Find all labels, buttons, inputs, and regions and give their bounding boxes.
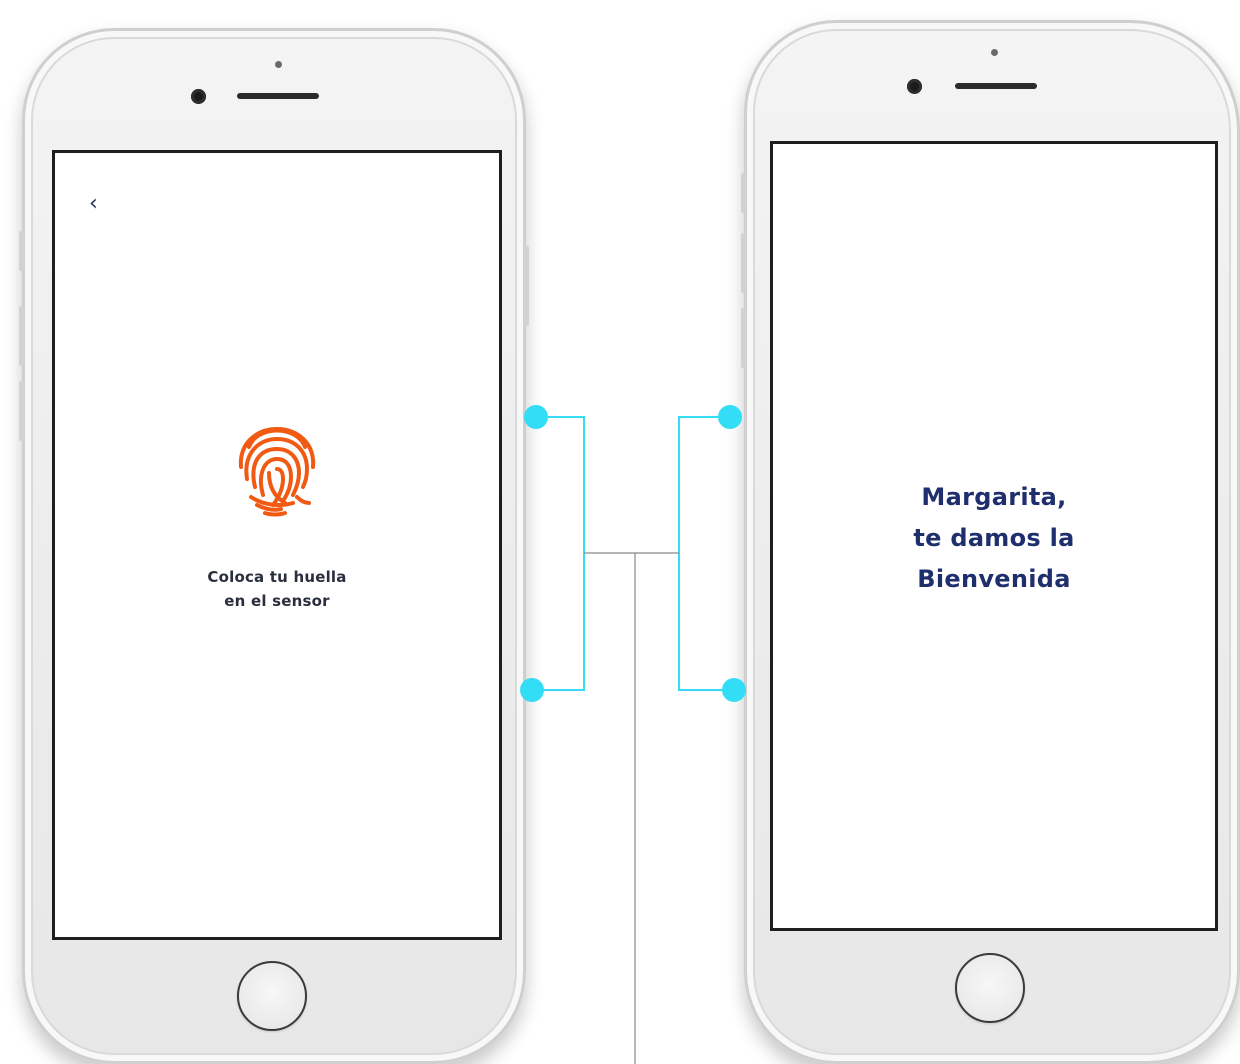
fingerprint-screen: ‹ Coloca tu huella en el sensor <box>52 150 502 940</box>
home-button[interactable] <box>955 953 1025 1023</box>
connector-dot-top-right <box>718 405 742 429</box>
connector-dot-bottom-right <box>722 678 746 702</box>
front-camera <box>907 79 922 94</box>
welcome-screen: Margarita, te damos la Bienvenida <box>770 141 1218 931</box>
earpiece-speaker <box>955 83 1037 89</box>
mute-switch <box>19 231 24 271</box>
proximity-sensor <box>275 61 282 68</box>
fingerprint-icon <box>238 426 316 517</box>
instruction-line-1: Coloca tu huella <box>207 568 347 586</box>
earpiece-speaker <box>237 93 319 99</box>
welcome-line-1: Margarita, <box>921 483 1067 511</box>
connector-dot-top-left <box>524 405 548 429</box>
instruction-line-2: en el sensor <box>224 592 330 610</box>
chevron-left-icon: ‹ <box>89 191 98 216</box>
mute-switch <box>741 173 746 213</box>
welcome-line-2: te damos la <box>913 524 1075 552</box>
volume-down-button <box>19 381 24 441</box>
home-button[interactable] <box>237 961 307 1031</box>
back-button[interactable]: ‹ <box>89 193 98 215</box>
flow-diagram: ‹ Coloca tu huella en el sensor Margarit… <box>0 0 1240 1064</box>
left-bracket <box>532 416 585 691</box>
power-button <box>524 246 529 326</box>
volume-up-button <box>19 306 24 366</box>
front-camera <box>191 89 206 104</box>
fingerprint-instruction: Coloca tu huella en el sensor <box>55 565 499 613</box>
volume-down-button <box>741 308 746 368</box>
proximity-sensor <box>991 49 998 56</box>
volume-up-button <box>741 233 746 293</box>
right-bracket <box>678 416 734 691</box>
welcome-message: Margarita, te damos la Bienvenida <box>773 477 1215 600</box>
welcome-line-3: Bienvenida <box>917 565 1071 593</box>
